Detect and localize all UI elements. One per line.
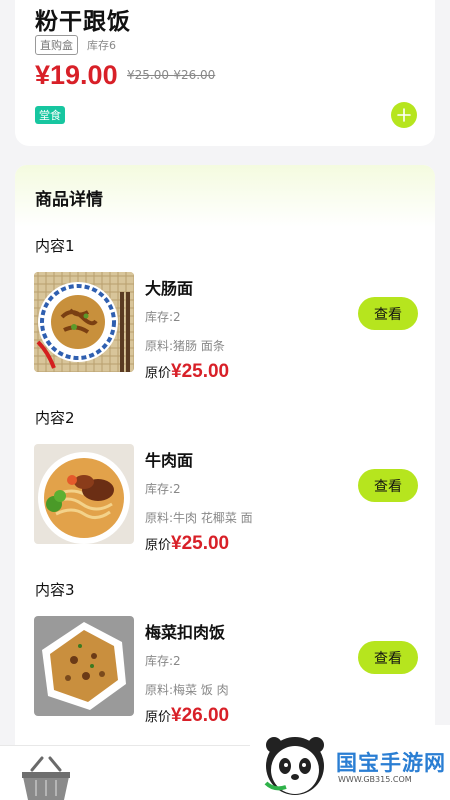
- original-price: ¥25.00: [171, 533, 230, 554]
- stock-label: 库存6: [87, 39, 116, 52]
- shopping-basket-icon[interactable]: [18, 756, 74, 800]
- dish-name: 牛肉面: [145, 451, 194, 470]
- original-price-row: 原价¥25.00: [145, 533, 229, 555]
- detail-header: 商品详情: [15, 165, 435, 227]
- watermark: 国宝手游网 WWW.GB315.COM: [250, 725, 450, 800]
- original-price-label: 原价: [145, 710, 172, 725]
- dine-in-badge: 堂食: [35, 106, 65, 124]
- watermark-url: WWW.GB315.COM: [338, 775, 412, 784]
- watermark-text: 国宝手游网: [336, 751, 446, 775]
- dish-name: 梅菜扣肉饭: [145, 623, 226, 642]
- content-section: 内容2 牛肉面 库存:2 原料:牛肉 花椰菜 面 原价¥25.00 查看: [15, 407, 435, 577]
- section-title: 内容3: [35, 581, 75, 599]
- view-button[interactable]: 查看: [358, 469, 418, 502]
- original-price-row: 原价¥26.00: [145, 705, 229, 727]
- view-button[interactable]: 查看: [358, 297, 418, 330]
- content-section: 内容3 梅菜扣肉饭 库存:2 原料:梅菜 饭 肉 原价¥26.00 查看: [15, 579, 435, 749]
- product-summary-card: 粉干跟饭 直购盒 库存6 ¥19.00 ¥25.00-¥26.00 堂食: [15, 0, 435, 146]
- content-section: 内容1 大肠面 库存:2 原料:猪肠 面条 原价¥25.00 查看: [15, 235, 435, 405]
- product-title: 粉干跟饭: [35, 9, 131, 35]
- dish-name: 大肠面: [145, 279, 194, 298]
- add-to-cart-button[interactable]: [391, 102, 417, 128]
- current-price: ¥19.00: [35, 60, 118, 90]
- original-price-label: 原价: [145, 538, 172, 553]
- original-price: ¥26.00: [171, 705, 230, 726]
- dish-image[interactable]: [34, 444, 134, 544]
- dish-ingredients: 原料:牛肉 花椰菜 面: [145, 511, 253, 525]
- dish-ingredients: 原料:猪肠 面条: [145, 339, 225, 353]
- panda-logo-icon: [264, 737, 324, 795]
- dish-image[interactable]: [34, 272, 134, 372]
- section-title: 内容2: [35, 409, 75, 427]
- original-price-range: ¥25.00-¥26.00: [127, 68, 216, 82]
- dish-ingredients: 原料:梅菜 饭 肉: [145, 683, 229, 697]
- original-price-row: 原价¥25.00: [145, 361, 229, 383]
- package-tag: 直购盒: [35, 35, 78, 55]
- section-title: 内容1: [35, 237, 75, 255]
- view-button[interactable]: 查看: [358, 641, 418, 674]
- dish-stock: 库存:2: [145, 310, 181, 324]
- original-price: ¥25.00: [171, 361, 230, 382]
- dish-stock: 库存:2: [145, 482, 181, 496]
- dish-stock: 库存:2: [145, 654, 181, 668]
- detail-card: 商品详情 内容1 大肠面 库存:2 原料:猪肠 面条 原价¥25.00 查看 内…: [15, 165, 435, 765]
- plus-icon: [397, 108, 411, 122]
- dish-image[interactable]: [34, 616, 134, 716]
- original-price-label: 原价: [145, 366, 172, 381]
